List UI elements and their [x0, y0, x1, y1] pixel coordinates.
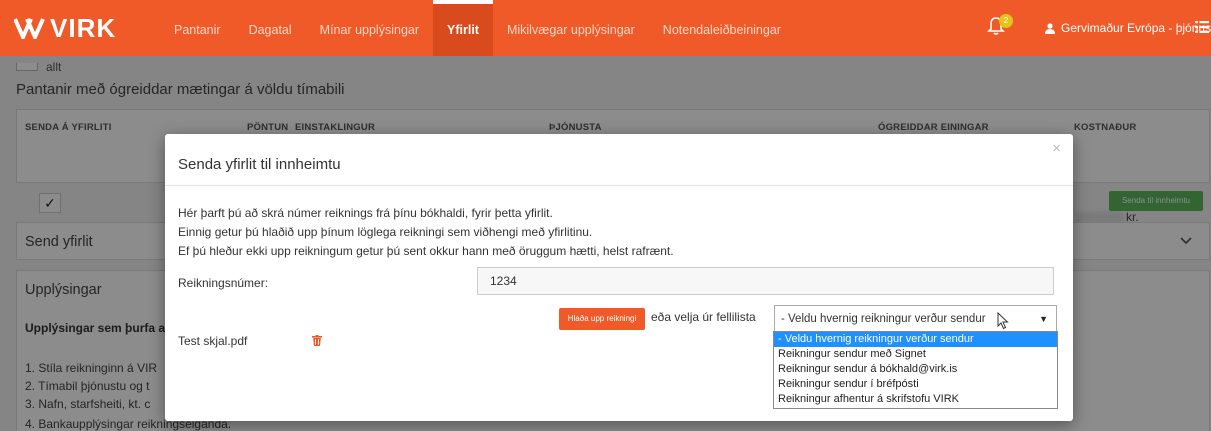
- virk-logo-icon: [14, 18, 45, 39]
- invoice-number-input[interactable]: 1234: [477, 267, 1054, 295]
- main-nav: Pantanir Dagatal Mínar upplýsingar Yfirl…: [160, 0, 795, 56]
- nav-minar-upplysingar[interactable]: Mínar upplýsingar: [306, 0, 433, 56]
- delivery-method-selected: - Veldu hvernig reikningur verður sendur: [781, 313, 986, 325]
- modal-title: Senda yfirlit til innheimtu: [178, 156, 341, 173]
- notifications-button[interactable]: 2: [987, 14, 1013, 40]
- trash-icon[interactable]: [312, 335, 322, 346]
- nav-pantanir[interactable]: Pantanir: [160, 0, 235, 56]
- cursor-icon: [997, 312, 1009, 330]
- or-select-text: eða velja úr fellilista: [651, 310, 756, 324]
- user-menu[interactable]: Gervimaður Evrópa - þjónustuaðili: [1039, 0, 1211, 56]
- modal-description-line: Einnig getur þú hlaðið upp þínum löglega…: [178, 225, 593, 239]
- dropdown-option[interactable]: Reikningur afhentur á skrifstofu VIRK: [774, 392, 1057, 407]
- nav-yfirlit[interactable]: Yfirlit: [433, 0, 493, 56]
- menu-icon[interactable]: [1195, 20, 1209, 34]
- user-name: Gervimaður Evrópa - þjónustuaðili: [1061, 21, 1211, 35]
- user-icon: [1045, 22, 1055, 34]
- caret-down-icon: ▼: [1039, 314, 1048, 324]
- notification-badge: 2: [999, 14, 1013, 28]
- modal-description-line: Ef þú hleður ekki upp reikningum getur þ…: [178, 244, 674, 258]
- delivery-method-select[interactable]: - Veldu hvernig reikningur verður sendur…: [774, 305, 1057, 333]
- modal-divider: [165, 185, 1073, 186]
- send-summary-modal: × Senda yfirlit til innheimtu Hér þarft …: [165, 134, 1073, 421]
- nav-mikilvaegar-upplysingar[interactable]: Mikilvægar upplýsingar: [493, 0, 649, 56]
- nav-notendaleidbeiningar[interactable]: Notendaleiðbeiningar: [649, 0, 795, 56]
- modal-description-line: Hér þarft þú að skrá númer reiknings frá…: [178, 206, 553, 220]
- virk-logo[interactable]: VIRK: [14, 12, 117, 43]
- dropdown-option[interactable]: Reikningur sendur með Signet: [774, 347, 1057, 362]
- dropdown-option[interactable]: Reikningur sendur í bréfpósti: [774, 377, 1057, 392]
- dropdown-option[interactable]: Reikningur sendur á bókhald@virk.is: [774, 362, 1057, 377]
- top-navbar: VIRK Pantanir Dagatal Mínar upplýsingar …: [0, 0, 1211, 56]
- uploaded-file-name: Test skjal.pdf: [178, 334, 248, 348]
- dropdown-option[interactable]: - Veldu hvernig reikningur verður sendur: [774, 332, 1057, 347]
- delivery-method-dropdown: - Veldu hvernig reikningur verður sendur…: [773, 331, 1058, 409]
- invoice-number-label: Reikningsnúmer:: [178, 276, 269, 290]
- nav-dagatal[interactable]: Dagatal: [235, 0, 306, 56]
- upload-invoice-button[interactable]: Hlaða upp reikningi: [559, 308, 645, 330]
- close-icon[interactable]: ×: [1052, 140, 1061, 157]
- logo-text: VIRK: [50, 12, 117, 43]
